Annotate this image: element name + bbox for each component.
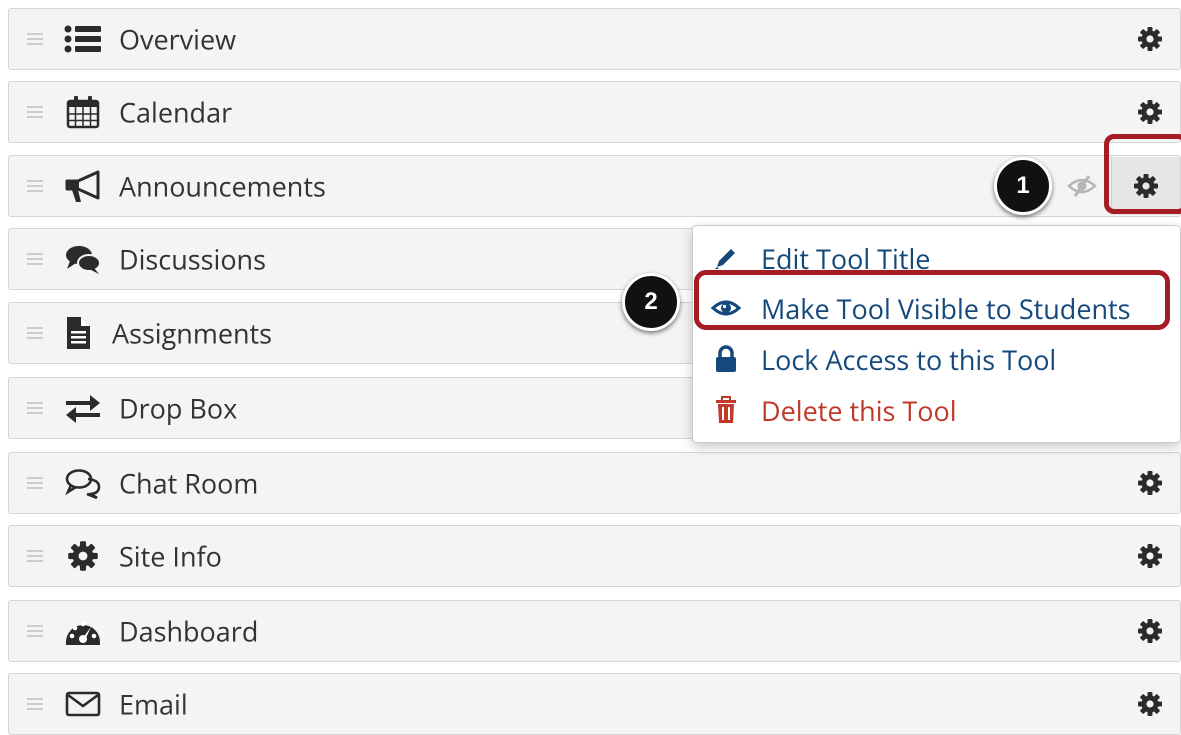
tool-row-chat-room[interactable]: Chat Room: [8, 452, 1181, 514]
tool-label-overview[interactable]: Overview: [119, 21, 236, 58]
lock-icon: [711, 344, 741, 374]
comments-icon: [63, 241, 103, 277]
gear-icon[interactable]: [1134, 540, 1166, 572]
file-text-icon: [63, 315, 93, 351]
drag-handle-icon[interactable]: [25, 546, 45, 566]
drag-handle-icon[interactable]: [25, 249, 45, 269]
envelope-icon: [63, 686, 103, 722]
menu-item-lock-access[interactable]: Lock Access to this Tool: [711, 337, 1056, 381]
eye-icon: [711, 293, 741, 323]
menu-label-make-tool-visible: Make Tool Visible to Students: [761, 289, 1131, 327]
drag-handle-icon[interactable]: [25, 473, 45, 493]
gear-icon[interactable]: [1134, 467, 1166, 499]
tool-label-email[interactable]: Email: [119, 686, 188, 723]
step-badge-2: 2: [622, 273, 680, 331]
tool-label-assignments[interactable]: Assignments: [112, 315, 272, 352]
dashboard-icon: [63, 613, 103, 649]
tool-label-calendar[interactable]: Calendar: [119, 94, 232, 131]
tool-row-site-info[interactable]: Site Info: [8, 525, 1181, 587]
menu-item-edit-tool-title[interactable]: Edit Tool Title: [711, 236, 930, 280]
drag-handle-icon[interactable]: [25, 398, 45, 418]
drag-handle-icon[interactable]: [25, 176, 45, 196]
gear-icon[interactable]: [1111, 157, 1180, 215]
exchange-icon: [63, 390, 103, 426]
menu-label-delete-tool: Delete this Tool: [761, 391, 957, 429]
tool-row-dashboard[interactable]: Dashboard: [8, 600, 1181, 662]
gear-icon[interactable]: [1134, 96, 1166, 128]
tool-row-overview[interactable]: Overview: [8, 8, 1181, 70]
drag-handle-icon[interactable]: [25, 621, 45, 641]
menu-label-edit-tool-title: Edit Tool Title: [761, 239, 931, 277]
drag-handle-icon[interactable]: [25, 29, 45, 49]
menu-item-delete-tool[interactable]: Delete this Tool: [711, 388, 957, 432]
bullhorn-icon: [63, 168, 103, 204]
step-number: 2: [644, 288, 658, 315]
drag-handle-icon[interactable]: [25, 694, 45, 714]
tool-label-drop-box[interactable]: Drop Box: [119, 390, 237, 427]
chat-icon: [63, 465, 103, 501]
tool-label-announcements[interactable]: Announcements: [119, 168, 326, 205]
tool-label-site-info[interactable]: Site Info: [119, 538, 222, 575]
pencil-icon: [711, 243, 741, 273]
gear-icon: [63, 538, 103, 574]
tool-row-email[interactable]: Email: [8, 673, 1181, 735]
tool-row-calendar[interactable]: Calendar: [8, 81, 1181, 143]
eye-slash-icon: [1066, 171, 1098, 201]
menu-item-make-tool-visible[interactable]: Make Tool Visible to Students: [711, 286, 1131, 330]
tool-options-dropdown: Edit Tool Title Make Tool Visible to Stu…: [692, 225, 1181, 443]
gear-icon[interactable]: [1134, 688, 1166, 720]
step-number: 1: [1016, 172, 1030, 199]
trash-icon: [711, 395, 741, 425]
list-icon: [63, 21, 103, 57]
step-badge-1: 1: [994, 157, 1052, 215]
calendar-icon: [63, 94, 103, 130]
drag-handle-icon[interactable]: [25, 323, 45, 343]
tool-label-discussions[interactable]: Discussions: [119, 241, 266, 278]
gear-icon[interactable]: [1134, 615, 1166, 647]
tool-label-chat-room[interactable]: Chat Room: [119, 465, 258, 502]
gear-icon[interactable]: [1134, 23, 1166, 55]
menu-label-lock-access: Lock Access to this Tool: [761, 340, 1057, 378]
drag-handle-icon[interactable]: [25, 102, 45, 122]
tool-label-dashboard[interactable]: Dashboard: [119, 613, 258, 650]
